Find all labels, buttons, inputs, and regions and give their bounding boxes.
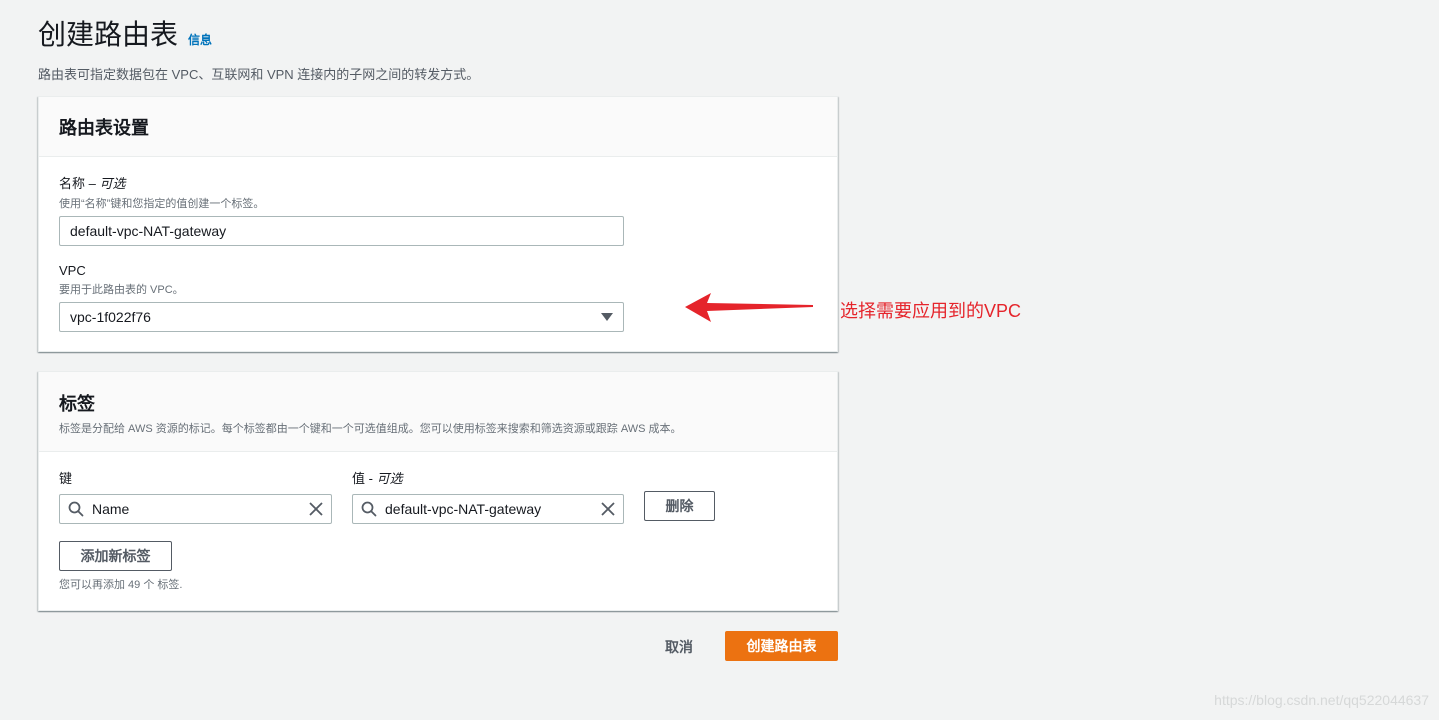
watermark: https://blog.csdn.net/qq522044637 xyxy=(1214,692,1429,708)
vpc-field-description: 要用于此路由表的 VPC。 xyxy=(59,284,184,296)
tags-panel-description: 标签是分配给 AWS 资源的标记。每个标签都由一个键和一个可选值组成。您可以使用… xyxy=(59,423,682,435)
name-field-description: 使用“名称”键和您指定的值创建一个标签。 xyxy=(59,198,265,210)
create-route-table-button[interactable]: 创建路由表 xyxy=(725,631,838,661)
page-title-text: 创建路由表 xyxy=(38,19,179,50)
tag-value-label: 值 - 可选 xyxy=(352,471,403,486)
caret-down-icon xyxy=(601,313,613,321)
tag-key-column: 键 Name xyxy=(59,468,332,524)
tags-panel-header: 标签 标签是分配给 AWS 资源的标记。每个标签都由一个键和一个可选值组成。您可… xyxy=(39,372,837,452)
add-tag-button[interactable]: 添加新标签 xyxy=(59,541,172,571)
annotation-arrow-icon xyxy=(685,293,813,322)
tag-value-input[interactable]: default-vpc-NAT-gateway xyxy=(352,494,624,524)
settings-panel-title: 路由表设置 xyxy=(59,117,149,138)
name-field: 名称 – 可选 使用“名称”键和您指定的值创建一个标签。 default-vpc… xyxy=(59,173,624,246)
tag-value-value: default-vpc-NAT-gateway xyxy=(385,501,542,517)
settings-panel-header: 路由表设置 xyxy=(39,97,837,157)
vpc-field-label: VPC xyxy=(59,263,86,278)
name-optional-label: 可选 xyxy=(99,176,126,191)
tag-key-label: 键 xyxy=(59,471,73,486)
search-icon xyxy=(361,501,377,517)
vpc-field: VPC 要用于此路由表的 VPC。 vpc-1f022f76 xyxy=(59,263,624,332)
clear-icon[interactable] xyxy=(601,502,615,516)
tag-key-input[interactable]: Name xyxy=(59,494,332,524)
tag-key-value: Name xyxy=(92,501,130,517)
clear-icon[interactable] xyxy=(309,502,323,516)
search-icon xyxy=(68,501,84,517)
tags-panel: 标签 标签是分配给 AWS 资源的标记。每个标签都由一个键和一个可选值组成。您可… xyxy=(38,371,838,611)
tag-value-optional-label: 可选 xyxy=(376,471,403,486)
vpc-select[interactable]: vpc-1f022f76 xyxy=(59,302,624,332)
tags-remaining-hint: 您可以再添加 49 个 标签. xyxy=(59,579,183,591)
page-title: 创建路由表 信息 xyxy=(38,13,212,53)
info-link[interactable]: 信息 xyxy=(188,31,212,48)
tags-panel-title: 标签 xyxy=(59,394,95,414)
cancel-button[interactable]: 取消 xyxy=(665,637,693,657)
page-description: 路由表可指定数据包在 VPC、互联网和 VPN 连接内的子网之间的转发方式。 xyxy=(38,67,480,82)
remove-tag-button[interactable]: 删除 xyxy=(644,491,715,521)
name-input[interactable]: default-vpc-NAT-gateway xyxy=(59,216,624,246)
vpc-select-value: vpc-1f022f76 xyxy=(70,309,151,325)
tag-value-column: 值 - 可选 default-vpc-NAT-gateway xyxy=(352,468,624,524)
name-input-value: default-vpc-NAT-gateway xyxy=(70,223,227,239)
annotation-text: 选择需要应用到的VPC xyxy=(840,301,1022,321)
name-field-label: 名称 – 可选 xyxy=(59,176,126,191)
